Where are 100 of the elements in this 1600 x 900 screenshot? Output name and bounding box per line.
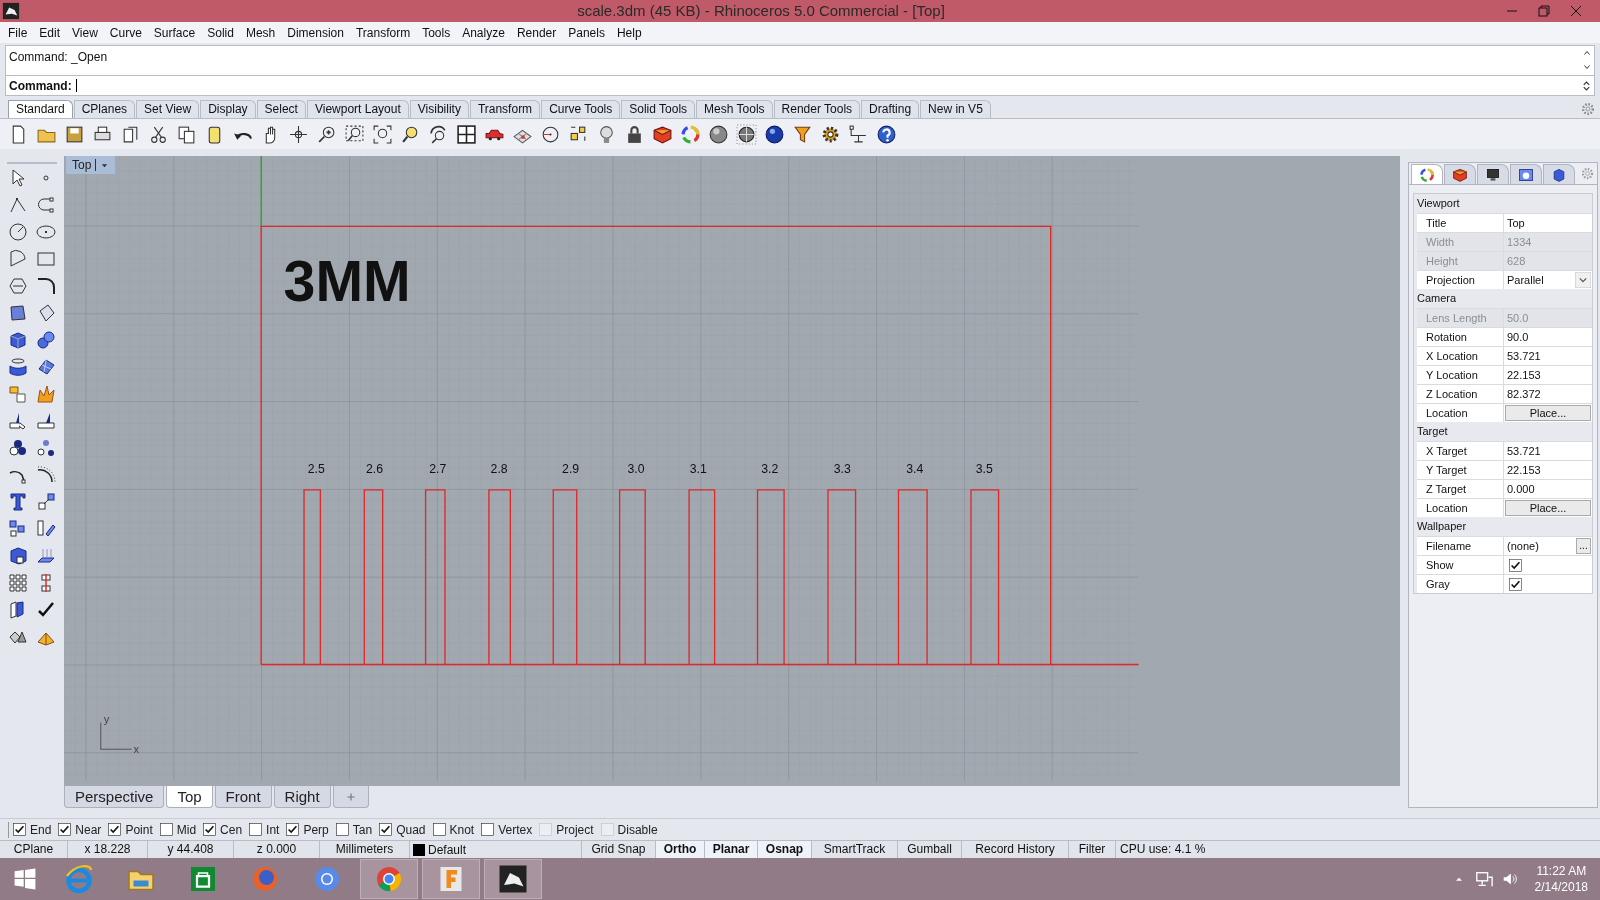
- viewport-title-button[interactable]: Top: [66, 156, 116, 174]
- slot-label[interactable]: 2.8: [490, 461, 508, 476]
- checkbox[interactable]: [1509, 577, 1522, 591]
- menu-item[interactable]: Help: [610, 23, 648, 42]
- grid-array-icon[interactable]: [8, 573, 28, 593]
- property-value[interactable]: 53.721: [1504, 442, 1592, 460]
- sphere-icon[interactable]: [708, 123, 729, 145]
- panel-tab[interactable]: [1477, 164, 1509, 184]
- checkbox[interactable]: [432, 823, 446, 836]
- toolbar-tab[interactable]: Select: [256, 100, 306, 118]
- property-value[interactable]: 0.000: [1504, 480, 1592, 498]
- browse-button[interactable]: ...: [1576, 538, 1591, 554]
- slot-label[interactable]: 3.2: [761, 461, 779, 476]
- checkbox[interactable]: [58, 823, 72, 836]
- slot-label[interactable]: 3.1: [689, 461, 707, 476]
- extrude-bars-icon[interactable]: [36, 546, 56, 566]
- zoom-extents-icon[interactable]: [372, 123, 393, 145]
- help-icon[interactable]: [876, 123, 897, 145]
- toolbar-tab[interactable]: Set View: [136, 100, 200, 118]
- slot-label[interactable]: 3.3: [833, 461, 851, 476]
- checkbox[interactable]: [481, 823, 495, 836]
- menu-item[interactable]: Solid: [201, 23, 240, 42]
- checkbox[interactable]: [108, 823, 122, 836]
- menu-item[interactable]: Panels: [562, 23, 611, 42]
- menu-item[interactable]: Surface: [147, 23, 202, 42]
- toolbar-tab[interactable]: Render Tools: [773, 100, 861, 118]
- scroll-down-icon[interactable]: [1582, 62, 1592, 72]
- checkbox[interactable]: [1509, 558, 1522, 572]
- drawing-title[interactable]: 3MM: [283, 249, 411, 313]
- panel-tab[interactable]: [1444, 164, 1476, 184]
- patch-surface-icon[interactable]: [36, 357, 56, 377]
- menu-item[interactable]: Dimension: [281, 23, 350, 42]
- slot-label[interactable]: 2.9: [562, 461, 580, 476]
- projection-dropdown[interactable]: Parallel: [1504, 271, 1592, 289]
- dimension-icon[interactable]: [848, 123, 869, 145]
- polygon-icon[interactable]: [8, 276, 28, 296]
- settings-icon[interactable]: [1580, 101, 1596, 117]
- toolbar-tab[interactable]: Solid Tools: [621, 100, 696, 118]
- status-toggle[interactable]: Planar: [705, 841, 758, 859]
- polyline-icon[interactable]: [8, 195, 28, 215]
- menu-item[interactable]: Render: [510, 23, 563, 42]
- checkbox[interactable]: [159, 823, 173, 836]
- place-button[interactable]: Place...: [1505, 405, 1591, 421]
- panel-tab[interactable]: [1543, 164, 1575, 184]
- sphere-grid-icon[interactable]: [736, 123, 757, 145]
- windows-logo-icon[interactable]: [12, 866, 38, 892]
- group-icon[interactable]: [8, 438, 28, 458]
- checkbox[interactable]: [203, 823, 217, 836]
- slot-label[interactable]: 2.7: [429, 461, 447, 476]
- glossy-sphere-icon[interactable]: [764, 123, 785, 145]
- slot-label[interactable]: 3.4: [906, 461, 924, 476]
- align-icon[interactable]: [36, 519, 56, 539]
- burst-icon[interactable]: [36, 384, 56, 404]
- circle-icon[interactable]: [8, 222, 28, 242]
- clock-date[interactable]: 2/14/2018: [1534, 879, 1588, 895]
- property-value[interactable]: 22.153: [1504, 461, 1592, 479]
- cylinder-icon[interactable]: [8, 357, 28, 377]
- network-icon[interactable]: [1474, 870, 1493, 888]
- menu-item[interactable]: File: [2, 23, 34, 42]
- toolbar-tab[interactable]: CPlanes: [73, 100, 136, 118]
- viewport-tab[interactable]: Front: [214, 786, 272, 808]
- slot-label[interactable]: 2.5: [307, 461, 325, 476]
- four-viewports-icon[interactable]: [456, 123, 477, 145]
- scroll-arrows-icon[interactable]: [1581, 78, 1592, 93]
- checkbox[interactable]: [379, 823, 393, 836]
- toggle-box[interactable]: [600, 823, 614, 836]
- app-icon[interactable]: [2, 2, 20, 20]
- toolbar-tab[interactable]: New in V5: [920, 100, 991, 118]
- property-value[interactable]: 90.0: [1504, 328, 1592, 346]
- checkbox[interactable]: [249, 823, 263, 836]
- box-icon[interactable]: [8, 330, 28, 350]
- slot-label[interactable]: 3.0: [627, 461, 645, 476]
- color-wheel-icon[interactable]: [680, 123, 701, 145]
- property-value[interactable]: Top: [1504, 214, 1592, 232]
- checkbox[interactable]: [286, 823, 300, 836]
- property-value[interactable]: 22.153: [1504, 366, 1592, 384]
- status-toggle[interactable]: Ortho: [656, 841, 705, 859]
- menu-item[interactable]: Analyze: [456, 23, 511, 42]
- clock-time[interactable]: 11:22 AM: [1536, 863, 1587, 879]
- scale-icon[interactable]: [36, 492, 56, 512]
- slot-label[interactable]: 2.6: [366, 461, 383, 476]
- menu-item[interactable]: View: [66, 23, 104, 42]
- toolbar-tab[interactable]: Viewport Layout: [306, 100, 409, 118]
- toolbar-tab[interactable]: Visibility: [409, 100, 469, 118]
- menu-item[interactable]: Edit: [33, 23, 67, 42]
- property-value[interactable]: 53.721: [1504, 347, 1592, 365]
- text-tool-icon[interactable]: [8, 492, 28, 512]
- ellipse-icon[interactable]: [36, 222, 56, 242]
- block-icon[interactable]: [8, 546, 28, 566]
- spheres-icon[interactable]: [36, 330, 56, 350]
- split-icon[interactable]: [36, 411, 56, 431]
- place-button[interactable]: Place...: [1505, 500, 1591, 516]
- viewport-tab[interactable]: Top: [166, 786, 213, 808]
- toggle-box[interactable]: [539, 823, 553, 836]
- checkbox[interactable]: [335, 823, 349, 836]
- toolbar-tab[interactable]: Curve Tools: [541, 100, 621, 118]
- toolbar-tab[interactable]: Standard: [8, 100, 73, 118]
- control-point-curve-icon[interactable]: [36, 195, 56, 215]
- move-arrows-icon[interactable]: [288, 123, 309, 145]
- property-value[interactable]: 82.372: [1504, 385, 1592, 403]
